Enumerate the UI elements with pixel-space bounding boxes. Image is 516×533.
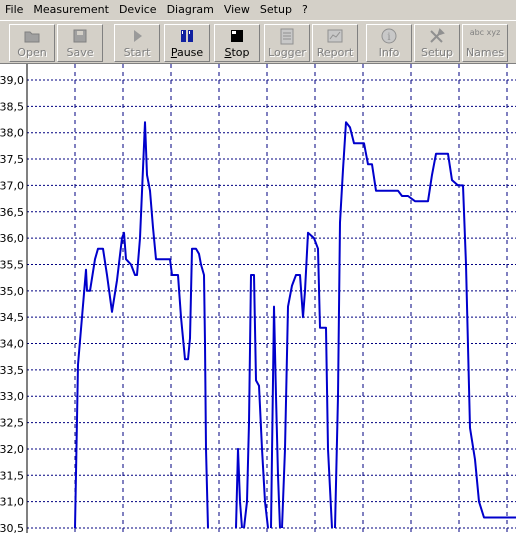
stop-icon (215, 28, 259, 46)
y-tick-label: 37,0 (0, 179, 24, 192)
logger-icon (265, 28, 309, 46)
start-button-label: Start (123, 46, 151, 59)
disk-icon (58, 28, 102, 46)
y-tick-label: 36,5 (0, 206, 24, 219)
y-tick-label: 33,0 (0, 390, 24, 403)
setup-button[interactable]: Setup (414, 24, 460, 62)
y-tick-label: 30,5 (0, 522, 24, 533)
temperature-line (74, 121, 209, 529)
setup-button-label: Setup (420, 46, 454, 59)
svg-text:i: i (387, 32, 390, 43)
start-button[interactable]: Start (114, 24, 160, 62)
menu-measurement[interactable]: Measurement (28, 0, 114, 20)
names-button-label: Names (465, 46, 505, 59)
stop-button-label: Stop (224, 46, 250, 59)
y-tick-label: 38,0 (0, 127, 24, 140)
menu-help[interactable]: ? (297, 0, 313, 20)
y-tick-label: 31,5 (0, 469, 24, 482)
temperature-line (334, 121, 516, 529)
menu-setup[interactable]: Setup (255, 0, 297, 20)
stop-button[interactable]: Stop (214, 24, 260, 62)
save-button[interactable]: Save (57, 24, 103, 62)
tools-icon (415, 28, 459, 46)
report-button[interactable]: Report (312, 24, 358, 62)
y-tick-label: 34,5 (0, 311, 24, 324)
y-tick-label: 39,0 (0, 74, 24, 87)
pause-button[interactable]: Pause (164, 24, 210, 62)
save-button-label: Save (66, 46, 94, 59)
menu-view[interactable]: View (219, 0, 255, 20)
report-icon (313, 28, 357, 46)
line-chart: 39,0 38,5 38,0 37,5 37,0 36,5 36,0 35,5 35,0 34,5… (0, 64, 516, 533)
info-button[interactable]: i Info (366, 24, 412, 62)
y-tick-label: 35,0 (0, 285, 24, 298)
pause-button-label: Pause (170, 46, 204, 59)
toolbar: Open Save Start Pause Stop Logger Report i Info S… (0, 20, 516, 64)
y-tick-label: 32,5 (0, 417, 24, 430)
y-tick-label: 34,0 (0, 338, 24, 351)
open-button-label: Open (17, 46, 47, 59)
chart-area: 39,0 38,5 38,0 37,5 37,0 36,5 36,0 35,5 35,0 34,5… (0, 64, 516, 533)
logger-button-label: Logger (268, 46, 306, 59)
y-tick-label: 35,5 (0, 258, 24, 271)
play-icon (115, 28, 159, 46)
names-button[interactable]: abc xyz Names (462, 24, 508, 62)
temperature-line (281, 231, 333, 529)
menu-diagram[interactable]: Diagram (162, 0, 219, 20)
y-tick-label: 38,5 (0, 100, 24, 113)
y-tick-label: 32,0 (0, 443, 24, 456)
folder-icon (10, 28, 54, 46)
info-icon: i (367, 28, 411, 46)
pause-icon (165, 28, 209, 46)
menu-device[interactable]: Device (114, 0, 162, 20)
y-tick-label: 36,0 (0, 232, 24, 245)
info-button-label: Info (378, 46, 400, 59)
logger-button[interactable]: Logger (264, 24, 310, 62)
names-icon: abc xyz (469, 28, 501, 37)
open-button[interactable]: Open (9, 24, 55, 62)
menu-bar: File Measurement Device Diagram View Setup? (0, 0, 516, 20)
temperature-line (235, 447, 243, 529)
temperature-line (243, 274, 269, 529)
menu-file[interactable]: File (0, 0, 28, 20)
report-button-label: Report (316, 46, 354, 59)
temperature-line (270, 305, 281, 529)
y-tick-label: 31,0 (0, 496, 24, 509)
y-tick-label: 37,5 (0, 153, 24, 166)
y-tick-label: 33,5 (0, 364, 24, 377)
